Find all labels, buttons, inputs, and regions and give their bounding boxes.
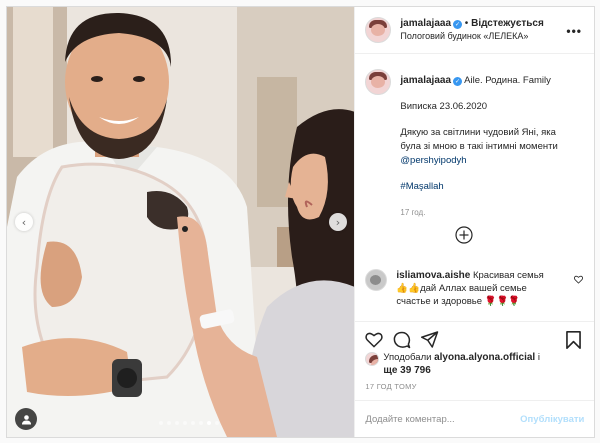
save-bookmark-icon[interactable] [566, 331, 582, 349]
likes-count-link[interactable]: ще 39 796 [383, 365, 430, 376]
avatar[interactable] [365, 17, 392, 43]
comment-username[interactable]: isliamova.aishe [396, 270, 470, 281]
verified-icon: ✓ [453, 20, 463, 29]
post-header: jamalajaaa ✓ • Відстежується Пологовий бу… [355, 7, 594, 54]
caption-username[interactable]: jamalajaaa [400, 75, 451, 86]
comment-text: Красивая семья [472, 270, 544, 281]
post-timestamp[interactable]: 17 ГОД ТОМУ [365, 382, 416, 391]
mention-link[interactable]: @pershyipodyh [400, 154, 557, 168]
previous-slide-button[interactable]: ‹ [15, 213, 33, 231]
next-slide-button[interactable]: › [329, 213, 347, 231]
more-options-icon[interactable]: ••• [566, 24, 582, 38]
carousel-dot [199, 421, 203, 425]
carousel-indicator [159, 421, 219, 425]
likes-and: і [537, 352, 540, 363]
caption-line: Дякую за світлини чудовий Яні, яка [400, 127, 556, 138]
load-more-comments-icon[interactable] [455, 226, 474, 244]
caption-line: Виписка 23.06.2020 [400, 101, 488, 112]
avatar[interactable] [365, 69, 392, 95]
carousel-dot [207, 421, 211, 425]
follow-button[interactable]: Відстежується [471, 18, 544, 29]
separator-dot: • [464, 18, 469, 29]
username-link[interactable]: jamalajaaa [400, 18, 451, 29]
likes-prefix: Уподобали [383, 352, 432, 363]
comment-input[interactable] [365, 413, 516, 425]
like-icon[interactable] [365, 331, 384, 348]
verified-icon: ✓ [453, 77, 463, 86]
post-caption: jamalajaaa ✓ Aile. Родина. Family Виписка… [365, 69, 587, 220]
carousel-dot [167, 421, 171, 425]
hashtag-link[interactable]: #Maşallah [400, 180, 557, 194]
caption-line: була зі мною в такі інтимні моменти [400, 141, 558, 152]
share-icon[interactable] [421, 331, 439, 348]
heart-icon[interactable] [574, 275, 584, 284]
avatar[interactable] [365, 269, 388, 291]
add-comment-bar: Опублікувати [355, 400, 595, 437]
liked-by-user-link[interactable]: alyona.alyona.official [434, 352, 535, 363]
comment-text: счастье и здоровье [396, 296, 483, 307]
avatar[interactable] [365, 352, 380, 366]
carousel-dot [183, 421, 187, 425]
carousel-dot [215, 421, 219, 425]
tagged-users-button[interactable] [15, 408, 37, 430]
post-photo[interactable]: ‹ › [7, 7, 355, 437]
comment-item: isliamova.aishe Красивая семья 👍👍дай Алл… [365, 269, 587, 308]
chevron-right-icon: › [335, 215, 341, 229]
likes-summary: Уподобали alyona.alyona.official і ще 39… [365, 351, 590, 377]
post-sidebar: jamalajaaa ✓ • Відстежується Пологовий бу… [354, 7, 595, 437]
rose-emoji: 🌹🌹🌹 [484, 296, 521, 307]
thumbs-up-emoji: 👍👍 [396, 283, 421, 294]
location-link[interactable]: Пологовий будинок «ЛЕЛЕКА» [400, 30, 543, 43]
publish-button[interactable]: Опублікувати [520, 414, 584, 425]
comment-text: дай Аллах вашей семье [420, 283, 527, 294]
carousel-dot [175, 421, 179, 425]
caption-title: Aile. Родина. Family [464, 75, 551, 86]
carousel-dot [159, 421, 163, 425]
caption-time: 17 год. [400, 208, 426, 217]
chevron-left-icon: ‹ [21, 215, 27, 229]
comment-icon[interactable] [393, 331, 411, 349]
post-card: ‹ › jamalajaaa ✓ • Відстежується Пологови… [6, 6, 595, 438]
user-icon [21, 414, 31, 424]
photo-illustration [7, 7, 355, 437]
carousel-dot [191, 421, 195, 425]
